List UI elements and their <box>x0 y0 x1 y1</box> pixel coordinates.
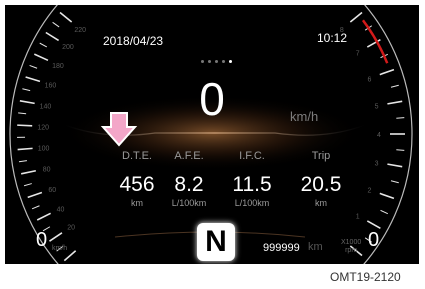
speedometer-unit: km/h <box>52 245 68 252</box>
speedometer-tick <box>17 147 33 151</box>
tachometer-unit-rpm: rpm <box>345 247 358 254</box>
tachometer-tick <box>379 68 395 76</box>
stat-label: Trip <box>311 150 331 162</box>
speedometer-tick-label: 80 <box>43 166 51 173</box>
speedometer-tick-label: 20 <box>67 225 75 232</box>
tachometer-tick <box>390 180 399 184</box>
stat-trip: Trip 20.5 km <box>286 150 356 208</box>
page-dot[interactable] <box>208 60 211 63</box>
odometer-value: 999999 <box>263 242 300 254</box>
speedometer-tick <box>27 191 43 199</box>
speedometer-tick <box>39 42 48 48</box>
tachometer-unit-multiplier: X1000 <box>341 239 362 246</box>
page-dot[interactable] <box>222 60 225 63</box>
stat-value: 8.2 <box>174 173 204 196</box>
tachometer-tick <box>387 163 403 168</box>
speedometer-tick <box>29 64 38 69</box>
date-display: 2018/04/23 <box>103 34 164 48</box>
speedometer-tick-label: 40 <box>57 206 65 213</box>
speedometer-tick <box>63 250 77 262</box>
tachometer-redline <box>361 19 389 64</box>
speedometer-tick <box>59 11 73 23</box>
speedometer-tick <box>17 124 33 127</box>
tachometer-tick-label: 3 <box>375 160 379 167</box>
speedometer-tick-label: 220 <box>74 27 86 34</box>
stat-label: I.F.C. <box>239 150 265 162</box>
stat-average-fuel-economy: A.F.E. 8.2 L/100km <box>154 150 224 208</box>
odometer-unit: km <box>308 241 323 253</box>
gear-indicator: N <box>197 223 235 261</box>
speedometer-tick <box>18 160 27 163</box>
stat-label: A.F.E. <box>174 150 204 162</box>
speedometer-tick <box>52 21 60 28</box>
tachometer-tick <box>366 220 381 230</box>
speedometer-tick <box>49 232 63 242</box>
speedometer-tick <box>33 53 49 62</box>
clock-display: 10:12 <box>317 31 348 45</box>
stat-value: 20.5 <box>300 173 342 196</box>
stat-unit: km <box>315 198 327 208</box>
stat-value: 11.5 <box>232 173 272 196</box>
instrument-cluster-display: 220 200 180 160 140 120 100 80 60 40 20 87654321 2… <box>5 5 419 264</box>
stat-unit: L/100km <box>171 198 207 208</box>
tachometer-tick-label: 2 <box>367 188 371 195</box>
tachometer-tick-label: 7 <box>356 50 360 57</box>
stat-instant-fuel-consumption: I.F.C. 11.5 L/100km <box>217 150 287 208</box>
tachometer-tick-label: 1 <box>356 214 360 221</box>
speedometer-tick-label: 200 <box>62 44 74 51</box>
tachometer-tick <box>380 209 389 215</box>
speedometer-tick <box>45 31 60 42</box>
speedometer-tick <box>20 169 36 175</box>
figure-caption: OMT19-2120 <box>330 270 401 284</box>
tachometer-tick-label: 4 <box>377 132 381 139</box>
speed-unit: km/h <box>290 109 319 124</box>
page-dot[interactable] <box>215 60 218 63</box>
speedometer-tick <box>36 212 51 221</box>
speedometer-tick <box>23 183 32 187</box>
speedometer-zero-label: 0 <box>36 229 48 251</box>
tachometer-zero-label: 0 <box>368 229 380 251</box>
tachometer-tick <box>349 11 363 23</box>
speed-readout: 0 <box>199 73 225 125</box>
speedometer-tick-label: 180 <box>52 63 64 70</box>
speedometer-tick-label: 60 <box>48 187 56 194</box>
speedometer-tick-label: 100 <box>38 145 50 152</box>
speedometer-tick <box>31 205 40 210</box>
page-dot[interactable] <box>201 60 204 63</box>
speedometer-tick-label: 120 <box>37 124 49 131</box>
tachometer-unit: X1000 rpm <box>341 239 361 255</box>
page-dot[interactable] <box>229 60 232 63</box>
stat-unit: L/100km <box>234 198 270 208</box>
tachometer-tick <box>396 149 405 151</box>
tachometer-tick <box>379 192 395 200</box>
